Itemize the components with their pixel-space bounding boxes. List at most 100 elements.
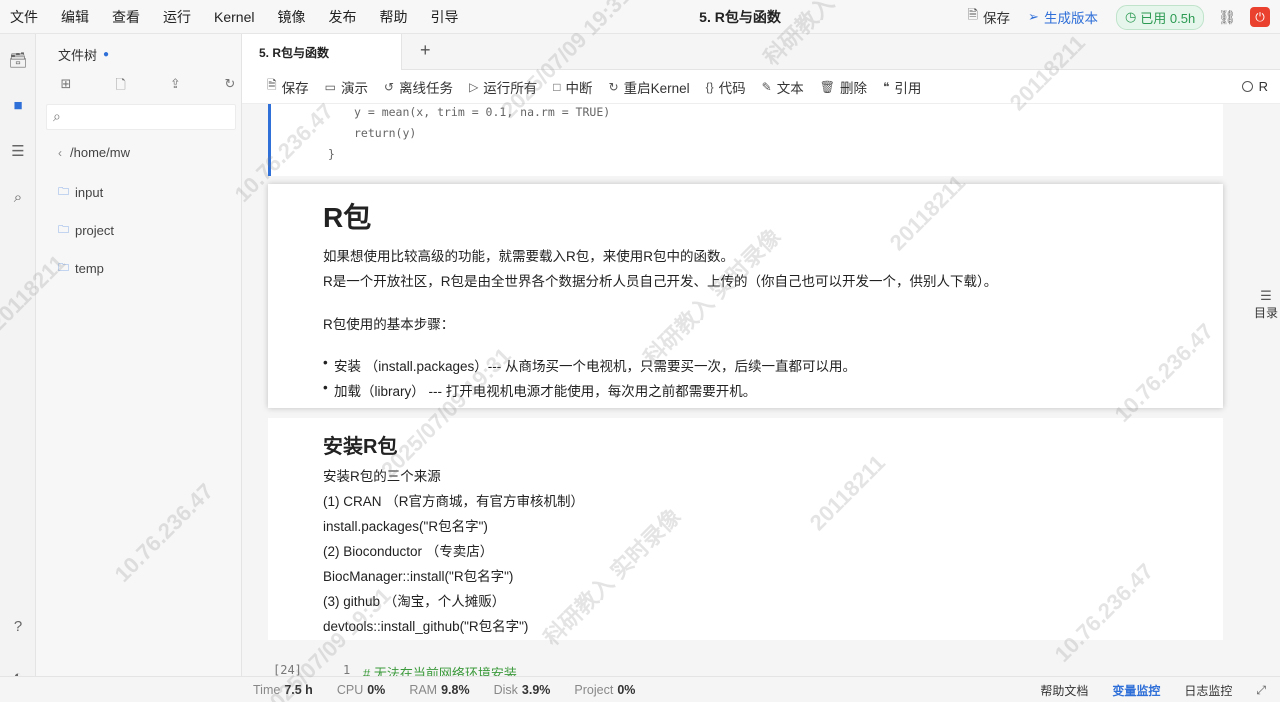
publish-version-button[interactable]: ➢ 生成版本 xyxy=(1028,7,1098,27)
restart-icon: ↻ xyxy=(608,79,619,94)
menu-right-actions: 🗎 保存 ➢ 生成版本 ◷ 已用 0.5h ⛓ ⏻ xyxy=(968,0,1280,34)
refresh-icon[interactable]: ↻ xyxy=(222,76,238,98)
menu-file[interactable]: 文件 xyxy=(10,7,38,27)
markdown-cell-install[interactable]: 安装R包 安装R包的三个来源 (1) CRAN （R官方商城，有官方审核机制） … xyxy=(268,418,1223,640)
disk-value: 3.9% xyxy=(521,682,551,697)
text-cell-button[interactable]: ✎ 文本 xyxy=(762,77,804,97)
folder-item-input[interactable]: 🗀 input xyxy=(58,183,103,202)
menu-view[interactable]: 查看 xyxy=(112,7,140,27)
code-line: } xyxy=(328,147,335,161)
folder-icon: 🗀 xyxy=(58,186,69,198)
restart-kernel-button[interactable]: ↻ 重启Kernel xyxy=(609,77,690,97)
new-file-icon[interactable]: 🗋 xyxy=(113,76,129,98)
save-button[interactable]: 🗎 保存 xyxy=(968,6,1010,28)
status-cpu: CPU 0% xyxy=(337,683,385,697)
presentation-icon: ▭ xyxy=(324,79,336,94)
help-icon[interactable]: ? xyxy=(8,616,28,636)
folder-icon: 🗀 xyxy=(58,224,69,236)
present-label: 演示 xyxy=(341,80,368,96)
file-search-input[interactable] xyxy=(73,108,231,126)
menu-run[interactable]: 运行 xyxy=(163,7,191,27)
menu-edit[interactable]: 编辑 xyxy=(61,7,89,27)
kernel-name: R xyxy=(1258,79,1268,94)
file-tree-tools: ⊞ 🗋 ⇪ ↻ xyxy=(58,76,238,98)
tab-label: 5. R包与函数 xyxy=(259,45,330,60)
log-monitor-link[interactable]: 日志监控 xyxy=(1184,682,1232,699)
paragraph: (1) CRAN （R官方商城，有官方审核机制） xyxy=(323,494,585,509)
toolbar-save-button[interactable]: 🗎 保存 xyxy=(267,76,309,97)
code-comment: # 无法在当前网络环境安装 xyxy=(363,666,517,676)
list-item: 加载（library） --- 打开电视机电源才能使用，每次用之前都需要开机。 xyxy=(323,380,756,400)
menu-publish[interactable]: 发布 xyxy=(328,7,356,27)
folder-item-project[interactable]: 🗀 project xyxy=(58,221,114,240)
outline-toggle[interactable]: ☰ 目录 xyxy=(1252,288,1280,322)
folder-icon[interactable]: ■ xyxy=(8,95,28,115)
folder-name: input xyxy=(75,185,104,200)
offline-label: 离线任务 xyxy=(399,80,454,96)
tab-bar: 5. R包与函数 + xyxy=(242,34,1280,70)
cpu-value: 0% xyxy=(367,682,386,697)
send-icon: ➢ xyxy=(1028,9,1039,24)
delete-label: 删除 xyxy=(839,80,867,96)
search-doc-icon[interactable]: ⌕ xyxy=(8,187,28,207)
add-tab-icon[interactable]: + xyxy=(420,40,431,61)
tab-notebook[interactable]: 5. R包与函数 xyxy=(242,34,402,70)
variable-monitor-link[interactable]: 变量监控 xyxy=(1112,682,1160,699)
usage-badge: ◷ 已用 0.5h xyxy=(1115,4,1205,30)
power-button[interactable]: ⏻ xyxy=(1250,7,1270,27)
paragraph: install.packages("R包名字") xyxy=(323,519,488,534)
paragraph: (2) Bioconductor （专卖店） xyxy=(323,544,494,559)
menu-bar: 文件 编辑 查看 运行 Kernel 镜像 发布 帮助 引导 5. R包与函数 … xyxy=(0,0,1280,34)
save-label: 保存 xyxy=(983,11,1011,26)
notebook-area[interactable]: y = mean(x, trim = 0.1, na.rm = TRUE) re… xyxy=(242,104,1280,676)
present-button[interactable]: ▭ 演示 xyxy=(325,77,368,97)
code-cell[interactable]: y = mean(x, trim = 0.1, na.rm = TRUE) re… xyxy=(268,104,1223,176)
text-edit-icon: ✎ xyxy=(761,79,772,94)
help-doc-link[interactable]: 帮助文档 xyxy=(1040,682,1088,699)
kernel-status-icon xyxy=(1241,81,1253,92)
breadcrumb-path[interactable]: ‹ /home/mw xyxy=(58,145,130,160)
menu-kernel[interactable]: Kernel xyxy=(214,9,254,25)
ram-label: RAM xyxy=(409,682,438,697)
inbox-icon[interactable]: 🗃 xyxy=(8,50,28,70)
code-cell-button[interactable]: {} 代码 xyxy=(706,77,746,97)
status-links: 帮助文档 变量监控 日志监控 ⤢ xyxy=(1040,677,1280,702)
cite-button[interactable]: ❝ 引用 xyxy=(883,77,921,97)
delete-button[interactable]: 🗑 删除 xyxy=(820,77,867,97)
run-all-button[interactable]: ▷ 运行所有 xyxy=(469,77,537,97)
path-text: /home/mw xyxy=(70,145,130,160)
paragraph: devtools::install_github("R包名字") xyxy=(323,619,529,634)
kernel-indicator: R xyxy=(1241,79,1268,94)
offline-task-button[interactable]: ↺ 离线任务 xyxy=(384,77,453,97)
notebook-toolbar: 🗎 保存 ▭ 演示 ↺ 离线任务 ▷ 运行所有 □ 中断 ↻ 重启Kernel {} 代码 ✎… xyxy=(242,70,1280,104)
folder-name: temp xyxy=(75,261,104,276)
execution-count: [24] xyxy=(273,663,302,676)
code-line: y = mean(x, trim = 0.1, na.rm = TRUE) xyxy=(354,105,611,119)
paragraph: 安装R包的三个来源 xyxy=(323,469,441,484)
menu-guide[interactable]: 引导 xyxy=(430,7,458,27)
paragraph: 如果想使用比较高级的功能，就需要载入R包，来使用R包中的函数。 xyxy=(323,249,734,264)
file-tree-panel: 文件树 ● ⊞ 🗋 ⇪ ↻ ⌕ ‹ /home/mw 🗀 input 🗀 pro… xyxy=(36,34,242,676)
interrupt-button[interactable]: □ 中断 xyxy=(553,77,592,97)
trash-icon: 🗑 xyxy=(819,79,835,94)
file-search-box: ⌕ xyxy=(46,104,236,130)
fullscreen-icon[interactable]: ⤢ xyxy=(1256,683,1266,698)
history-icon: ↺ xyxy=(384,79,395,94)
database-icon[interactable]: ☰ xyxy=(8,141,28,161)
stop-icon: □ xyxy=(553,79,561,94)
save-icon: 🗎 xyxy=(267,78,277,92)
menu-items: 文件 编辑 查看 运行 Kernel 镜像 发布 帮助 引导 xyxy=(0,7,481,27)
chevron-left-icon: ‹ xyxy=(58,145,62,160)
folder-item-temp[interactable]: 🗀 temp xyxy=(58,259,104,278)
markdown-cell-r-packages[interactable]: R包 如果想使用比较高级的功能，就需要载入R包，来使用R包中的函数。 R是一个开… xyxy=(268,184,1223,408)
menu-image[interactable]: 镜像 xyxy=(277,7,305,27)
new-folder-icon[interactable]: ⊞ xyxy=(58,76,74,98)
file-tree-title: 文件树 ● xyxy=(58,45,109,64)
code-cell[interactable]: [24] 1 # 无法在当前网络环境安装 xyxy=(268,652,1223,676)
list-icon: ☰ xyxy=(1260,288,1272,303)
upload-icon[interactable]: ⇪ xyxy=(167,76,183,98)
menu-help[interactable]: 帮助 xyxy=(379,7,407,27)
link-icon[interactable]: ⛓ xyxy=(1218,9,1236,26)
paragraph: BiocManager::install("R包名字") xyxy=(323,569,514,584)
pin-icon[interactable]: ● xyxy=(103,49,109,60)
